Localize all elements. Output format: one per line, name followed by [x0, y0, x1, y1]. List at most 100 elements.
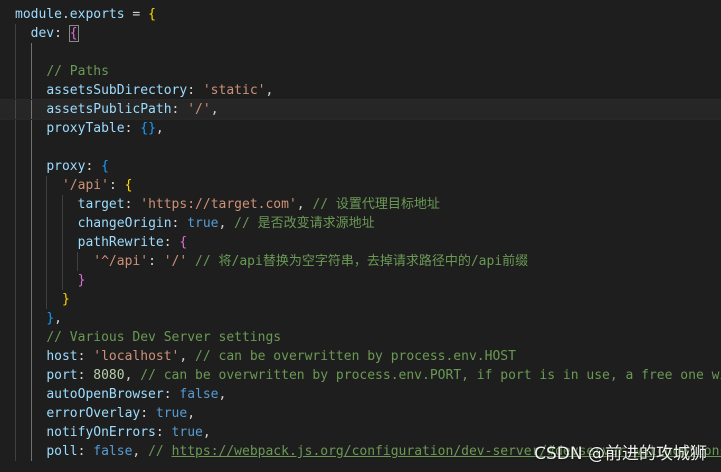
code-line[interactable]: notifyOnErrors: true, — [0, 423, 211, 442]
code-token: : — [77, 444, 94, 459]
code-token: { — [124, 178, 133, 193]
code-line[interactable]: changeOrigin: true, // 是否改变请求源地址 — [0, 214, 375, 233]
code-token: autoOpenBrowser — [46, 387, 164, 402]
code-token: '/' — [187, 102, 211, 117]
code-line[interactable]: pathRewrite: { — [0, 233, 188, 252]
code-line[interactable]: port: 8080, // can be overwritten by pro… — [0, 366, 721, 385]
code-token: module — [15, 7, 62, 22]
code-token: 8080 — [93, 368, 125, 383]
code-token: , — [218, 216, 235, 231]
code-line[interactable]: target: 'https://target.com', // 设置代理目标地… — [0, 195, 440, 214]
code-token: poll — [46, 444, 78, 459]
code-line[interactable]: // Various Dev Server settings — [0, 328, 281, 347]
code-token: : — [187, 83, 203, 98]
code-token: notifyOnErrors — [46, 425, 156, 440]
code-token: true — [155, 406, 188, 421]
csdn-watermark: CSDN @前进的攻城狮 — [534, 444, 707, 464]
code-line[interactable]: '^/api': '/' // 将/api替换为空字符串，去掉请求路径中的/ap… — [0, 252, 528, 271]
code-line[interactable]: assetsSubDirectory: 'static', — [0, 81, 273, 100]
code-token: true — [171, 425, 203, 440]
code-token: // can be overwritten by process.env.POR… — [140, 368, 721, 383]
code-token: '/api' — [61, 178, 109, 193]
code-line[interactable]: proxyTable: {}, — [0, 119, 164, 138]
code-token: changeOrigin — [77, 216, 172, 231]
code-line[interactable]: autoOpenBrowser: false, — [0, 385, 226, 404]
code-token: // Various Dev Server settings — [46, 330, 282, 345]
code-token: : — [155, 425, 172, 440]
code-token: : — [163, 235, 180, 250]
code-token: : — [140, 406, 156, 421]
code-token: , — [179, 349, 196, 364]
code-token: . — [61, 7, 70, 22]
code-token: // can be overwritten by process.env.HOS… — [195, 349, 516, 364]
code-token: , — [155, 121, 164, 136]
code-token: , — [210, 102, 219, 117]
code-line[interactable] — [0, 138, 15, 157]
code-token: , — [124, 368, 141, 383]
code-line[interactable] — [0, 43, 15, 62]
code-token: '/' — [163, 254, 188, 269]
code-line[interactable]: // Paths — [0, 62, 109, 81]
code-token: assetsPublicPath — [46, 102, 172, 117]
code-token: host — [46, 349, 78, 364]
code-token: assetsSubDirectory — [46, 83, 188, 98]
code-token: , — [132, 444, 149, 459]
code-editor[interactable]: module.exports = { dev: { // Paths asset… — [0, 0, 721, 472]
code-token: , — [187, 406, 196, 421]
code-token: : — [108, 178, 125, 193]
code-token: , — [202, 425, 211, 440]
code-token: pathRewrite — [77, 235, 164, 250]
code-line[interactable]: assetsPublicPath: '/', — [0, 99, 721, 120]
code-line[interactable]: } — [0, 290, 70, 309]
code-line[interactable]: errorOverlay: true, — [0, 404, 195, 423]
code-line[interactable]: }, — [0, 309, 62, 328]
code-token: } — [77, 273, 86, 288]
code-line[interactable]: proxy: { — [0, 157, 109, 176]
code-token: proxy — [46, 159, 86, 174]
code-token: : — [85, 159, 102, 174]
code-token: {} — [140, 121, 156, 136]
code-line[interactable]: host: 'localhost', // can be overwritten… — [0, 347, 516, 366]
code-token: : — [171, 216, 188, 231]
code-token: false — [93, 444, 133, 459]
code-token: } — [61, 292, 70, 307]
code-token: port — [46, 368, 78, 383]
code-token: : — [163, 387, 180, 402]
code-token: , — [54, 311, 62, 326]
code-line[interactable]: '/api': { — [0, 176, 132, 195]
code-token: // 将/api替换为空字符串，去掉请求路径中的/api前缀 — [195, 254, 529, 269]
code-token: , — [218, 387, 227, 402]
code-token: 'https://target.com' — [140, 197, 297, 212]
code-token: true — [187, 216, 219, 231]
code-token: { — [179, 235, 188, 250]
code-line[interactable]: } — [0, 271, 86, 290]
code-line[interactable]: dev: { — [0, 24, 79, 43]
code-line[interactable]: module.exports = { — [0, 5, 156, 24]
code-token: dev — [30, 26, 55, 41]
code-token: : — [171, 102, 188, 117]
code-token: 'localhost' — [93, 349, 180, 364]
code-token: { — [68, 25, 79, 42]
code-token: errorOverlay — [46, 406, 141, 421]
code-token: // — [148, 444, 172, 459]
code-token: : — [124, 197, 141, 212]
code-token: { — [101, 159, 109, 174]
